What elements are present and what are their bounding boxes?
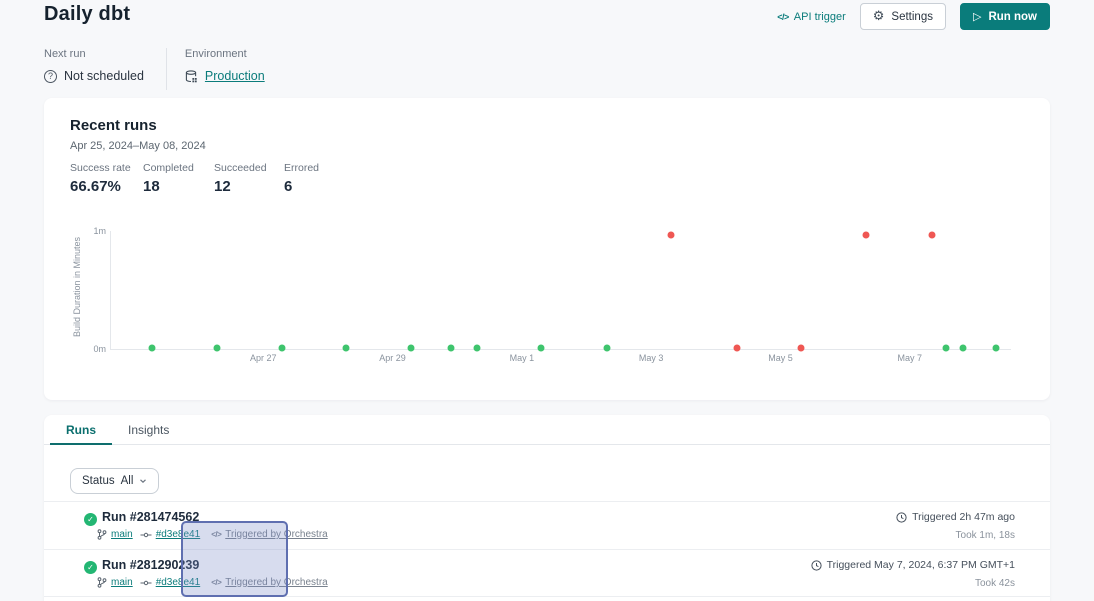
tab-bar: Runs Insights — [44, 415, 1050, 445]
run-dot-error[interactable] — [668, 231, 675, 238]
job-meta: Next run ? Not scheduled Environment Pro… — [44, 48, 265, 90]
tab-insights[interactable]: Insights — [112, 415, 185, 444]
chevron-down-icon — [139, 477, 147, 485]
run-dot-success[interactable] — [959, 344, 966, 351]
triggered-line: Triggered 2h 47m ago — [896, 511, 1015, 523]
run-list: ✓ Run #281474562 main — [44, 501, 1050, 597]
run-title[interactable]: Run #281474562 — [102, 510, 1015, 525]
gear-icon: ⚙ — [873, 10, 885, 23]
status-filter-value: All — [121, 475, 134, 487]
run-dot-success[interactable] — [214, 344, 221, 351]
environment-link[interactable]: Production — [205, 69, 265, 83]
run-now-button[interactable]: ▷ Run now — [960, 3, 1050, 30]
header-actions: </> API trigger ⚙ Settings ▷ Run now — [777, 3, 1050, 30]
y-tick-0m: 0m — [50, 344, 106, 354]
run-dot-success[interactable] — [448, 344, 455, 351]
vertical-divider — [166, 48, 167, 90]
y-axis-label: Build Duration in Minutes — [72, 228, 82, 346]
run-dot-error[interactable] — [928, 231, 935, 238]
run-dot-success[interactable] — [149, 344, 156, 351]
trigger-source-item: </> Triggered by Orchestra — [211, 529, 328, 540]
tab-runs[interactable]: Runs — [50, 415, 112, 444]
code-icon: </> — [211, 578, 221, 587]
run-right: Triggered May 7, 2024, 6:37 PM GMT+1 Too… — [811, 559, 1015, 589]
branch-item: main — [97, 529, 133, 540]
run-dot-success[interactable] — [604, 344, 611, 351]
run-dot-success[interactable] — [942, 344, 949, 351]
environment-value: Production — [185, 69, 265, 83]
status-filter[interactable]: Status All — [70, 468, 159, 494]
run-dot-error[interactable] — [734, 344, 741, 351]
commit-link[interactable]: #d3e8e41 — [156, 529, 201, 540]
x-tick-label: May 7 — [898, 353, 923, 363]
run-dot-error[interactable] — [798, 344, 805, 351]
triggered-text: Triggered May 7, 2024, 6:37 PM GMT+1 — [827, 559, 1015, 571]
next-run-label: Next run — [44, 48, 144, 60]
run-row[interactable]: ✓ Run #281474562 main — [44, 501, 1050, 549]
database-icon — [185, 70, 198, 83]
commit-link[interactable]: #d3e8e41 — [156, 577, 201, 588]
success-check-icon: ✓ — [84, 561, 97, 574]
run-right: Triggered 2h 47m ago Took 1m, 18s — [896, 511, 1015, 541]
play-icon: ▷ — [973, 11, 981, 22]
triggered-text: Triggered 2h 47m ago — [912, 511, 1015, 523]
code-icon: </> — [777, 12, 789, 22]
recent-runs-card: Recent runs Apr 25, 2024–May 08, 2024 Su… — [44, 98, 1050, 400]
x-tick-label: May 5 — [768, 353, 793, 363]
runs-card: Runs Insights Status All ✓ Run #28147456… — [44, 415, 1050, 601]
triggered-line: Triggered May 7, 2024, 6:37 PM GMT+1 — [811, 559, 1015, 571]
question-circle-icon: ? — [44, 70, 57, 83]
trigger-source-link[interactable]: Triggered by Orchestra — [225, 577, 327, 588]
branch-link[interactable]: main — [111, 529, 133, 540]
api-trigger-label: API trigger — [794, 11, 846, 23]
environment-block: Environment Production — [185, 48, 265, 83]
commit-item: #d3e8e41 — [140, 577, 201, 588]
next-run-block: Next run ? Not scheduled — [44, 48, 144, 83]
commit-icon — [140, 531, 152, 539]
run-dot-success[interactable] — [278, 344, 285, 351]
run-now-label: Run now — [988, 11, 1037, 23]
x-tick-label: May 3 — [639, 353, 664, 363]
branch-item: main — [97, 577, 133, 588]
run-dot-success[interactable] — [408, 344, 415, 351]
x-tick-label: Apr 29 — [379, 353, 406, 363]
x-tick-label: May 1 — [510, 353, 535, 363]
next-run-value: ? Not scheduled — [44, 69, 144, 83]
git-branch-icon — [97, 529, 107, 540]
y-axis-line — [110, 231, 111, 349]
git-branch-icon — [97, 577, 107, 588]
environment-label: Environment — [185, 48, 265, 60]
build-duration-chart: Build Duration in Minutes 1m 0m Apr 27 Ap… — [44, 98, 1050, 400]
run-meta: main #d3e8e41 </> Triggered by Orchestra — [97, 529, 1015, 540]
code-icon: </> — [211, 530, 221, 539]
commit-item: #d3e8e41 — [140, 529, 201, 540]
run-dot-success[interactable] — [992, 344, 999, 351]
status-filter-label: Status — [82, 475, 115, 487]
run-dot-success[interactable] — [538, 344, 545, 351]
took-text: Took 42s — [811, 578, 1015, 589]
x-tick-label: Apr 27 — [250, 353, 277, 363]
branch-link[interactable]: main — [111, 577, 133, 588]
run-row[interactable]: ✓ Run #281290239 main — [44, 549, 1050, 597]
run-dot-error[interactable] — [862, 231, 869, 238]
trigger-source-link[interactable]: Triggered by Orchestra — [225, 529, 327, 540]
page-title: Daily dbt — [44, 3, 130, 26]
x-axis-line — [110, 349, 1011, 350]
took-text: Took 1m, 18s — [896, 530, 1015, 541]
clock-icon — [896, 512, 907, 523]
commit-icon — [140, 579, 152, 587]
y-tick-1m: 1m — [50, 226, 106, 236]
api-trigger-link[interactable]: </> API trigger — [777, 11, 845, 23]
success-check-icon: ✓ — [84, 513, 97, 526]
clock-icon — [811, 560, 822, 571]
next-run-text: Not scheduled — [64, 69, 144, 83]
run-dot-success[interactable] — [342, 344, 349, 351]
settings-label: Settings — [891, 11, 933, 23]
settings-button[interactable]: ⚙ Settings — [860, 3, 946, 30]
trigger-source-item: </> Triggered by Orchestra — [211, 577, 328, 588]
run-dot-success[interactable] — [474, 344, 481, 351]
